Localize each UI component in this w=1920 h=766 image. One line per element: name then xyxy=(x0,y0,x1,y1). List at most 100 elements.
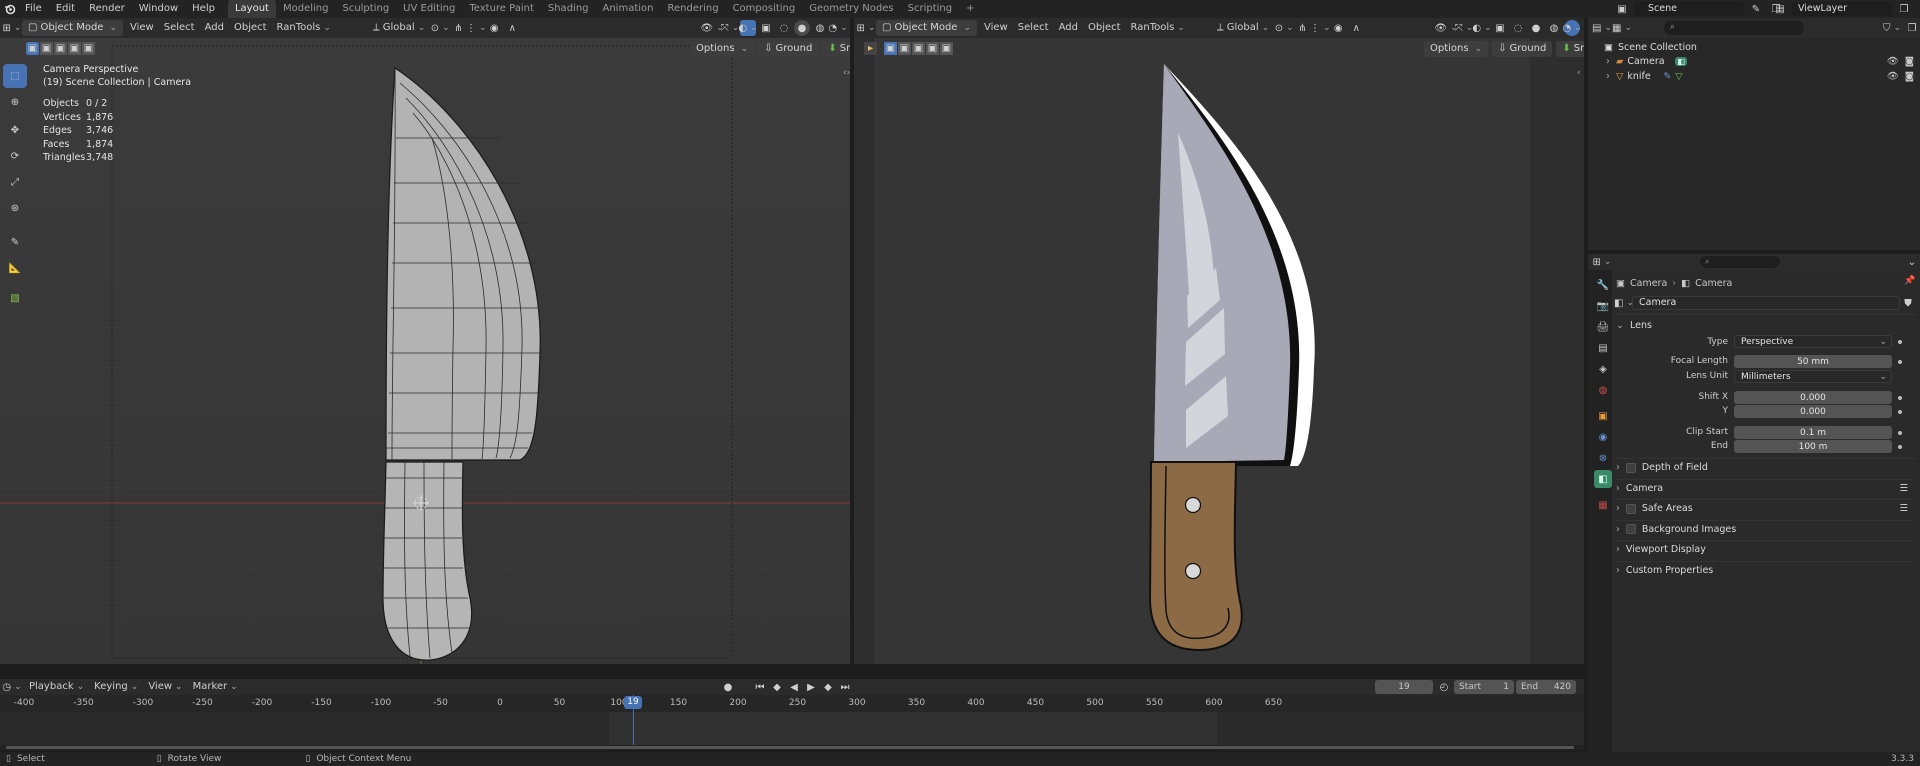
editor-type-icon[interactable]: ⊞ xyxy=(857,20,874,36)
shift-x-field[interactable]: 0.000 xyxy=(1734,391,1892,404)
constraints-tab-icon[interactable]: ⊗ xyxy=(1594,449,1612,467)
fake-user-shield-icon[interactable]: ⛊ xyxy=(1900,295,1916,311)
snap-icon[interactable]: ⋔ xyxy=(450,20,466,36)
menu-help[interactable]: Help xyxy=(185,0,222,18)
jump-end-icon[interactable]: ⏭ xyxy=(837,679,853,695)
filter-icon[interactable]: ⛉ xyxy=(1883,20,1900,36)
subsection-safe-areas[interactable]: › Safe Areas ☰ xyxy=(1616,499,1916,517)
select-intersect-icon[interactable]: ▣ xyxy=(82,42,95,55)
menu-file[interactable]: File xyxy=(18,0,49,18)
pin-icon[interactable]: 📌 xyxy=(1904,276,1915,286)
menu-rantools[interactable]: RanTools xyxy=(1126,20,1190,36)
select-intersect-icon[interactable]: ▣ xyxy=(940,42,953,55)
display-mode-icon[interactable]: ▦ xyxy=(1612,20,1630,36)
properties-search-input[interactable]: ⌕ xyxy=(1700,256,1780,268)
timeline-menu-marker[interactable]: Marker xyxy=(188,679,243,695)
editor-type-icon[interactable]: ⊞ xyxy=(3,20,20,36)
preset-list-icon[interactable]: ☰ xyxy=(1899,503,1908,514)
right-viewport[interactable]: ▸ ▣ ▣ ▣ ▣ ▣ Options ⇩Ground ⬇Snap ‹ xyxy=(854,38,1584,664)
record-icon[interactable]: ● xyxy=(720,679,736,695)
subsection-background-images[interactable]: › Background Images xyxy=(1616,519,1916,538)
menu-rantools[interactable]: RanTools xyxy=(272,20,336,36)
select-new-icon[interactable]: ▣ xyxy=(884,42,897,55)
menu-window[interactable]: Window xyxy=(132,0,185,18)
proportional-edit-icon[interactable]: ◉ xyxy=(1330,20,1346,36)
focal-length-field[interactable]: 50 mm xyxy=(1734,355,1892,368)
render-tab-icon[interactable]: 📷 xyxy=(1594,297,1612,315)
menu-select[interactable]: Select xyxy=(159,20,200,36)
new-collection-icon[interactable]: ❐ xyxy=(1904,20,1920,36)
timeline-scrollbar[interactable] xyxy=(0,745,1584,750)
menu-view[interactable]: View xyxy=(979,20,1013,36)
snap-target-icon[interactable]: ⋮ xyxy=(1310,20,1328,36)
menu-edit[interactable]: Edit xyxy=(49,0,82,18)
subsection-depth-of-field[interactable]: › Depth of Field xyxy=(1616,458,1916,476)
solid-shading-icon[interactable]: ● xyxy=(794,20,810,36)
tab-modeling[interactable]: Modeling xyxy=(276,0,336,18)
move-tool[interactable]: ✥ xyxy=(3,118,27,142)
chevron-down-icon[interactable]: ⌄ xyxy=(1904,254,1920,270)
tool-tab-icon[interactable]: 🔧 xyxy=(1594,276,1612,294)
camera-data-icon[interactable]: ◧ xyxy=(1614,295,1632,311)
rendered-shading-icon[interactable]: ◔ xyxy=(828,20,846,36)
frame-ruler[interactable]: -400 -350 -300 -250 -200 -150 -100 -50 0 50 100 150… xyxy=(0,695,1584,712)
falloff-icon[interactable]: ∧ xyxy=(504,20,520,36)
mode-dropdown[interactable]: ▢ Object Mode xyxy=(876,20,977,36)
render-camera-icon[interactable]: ◙ xyxy=(1905,71,1914,82)
play-icon[interactable]: ▸ xyxy=(864,42,877,55)
visibility-icon[interactable]: 👁 xyxy=(700,20,720,36)
editor-type-icon[interactable]: ▤ xyxy=(1592,20,1610,36)
scene-collection-row[interactable]: ▣ Scene Collection xyxy=(1604,40,1697,54)
tab-animation[interactable]: Animation xyxy=(596,0,661,18)
tab-shading[interactable]: Shading xyxy=(541,0,596,18)
snap-button[interactable]: ⬇Snap xyxy=(822,41,850,57)
tab-scripting[interactable]: Scripting xyxy=(901,0,959,18)
lens-panel-header[interactable]: ⌄ Lens xyxy=(1616,316,1916,334)
transform-tool[interactable]: ⊛ xyxy=(3,196,27,220)
timeline-menu-keying[interactable]: Keying xyxy=(89,679,143,695)
wireframe-shading-icon[interactable]: ◌ xyxy=(1510,20,1526,36)
clip-end-field[interactable]: 100 m xyxy=(1734,440,1892,453)
snap-button[interactable]: ⬇Snap xyxy=(1556,41,1584,57)
proportional-edit-icon[interactable]: ◉ xyxy=(486,20,502,36)
menu-add[interactable]: Add xyxy=(200,20,229,36)
add-cube-tool[interactable]: ▧ xyxy=(3,286,27,310)
wireframe-shading-icon[interactable]: ◌ xyxy=(776,20,792,36)
falloff-icon[interactable]: ∧ xyxy=(1348,20,1364,36)
camera-data-tab-icon[interactable]: ◧ xyxy=(1594,470,1612,488)
tab-layout[interactable]: Layout xyxy=(227,0,276,18)
tab-uv-editing[interactable]: UV Editing xyxy=(396,0,462,18)
visibility-eye-icon[interactable]: 👁 xyxy=(1887,71,1899,82)
editor-type-icon[interactable]: ⊞ xyxy=(1593,254,1610,270)
ground-button[interactable]: ⇩ Ground xyxy=(1492,41,1553,57)
outliner-row-camera[interactable]: › ▰ Camera ◧ 👁 ◙ xyxy=(1606,54,1914,68)
select-invert-icon[interactable]: ▣ xyxy=(68,42,81,55)
preset-list-icon[interactable]: ☰ xyxy=(1899,483,1908,494)
tab-rendering[interactable]: Rendering xyxy=(660,0,725,18)
snap-icon[interactable]: ⋔ xyxy=(1294,20,1310,36)
snap-target-icon[interactable]: ⋮ xyxy=(466,20,484,36)
animate-property-icon[interactable] xyxy=(1898,445,1902,449)
rotate-tool[interactable]: ⟳ xyxy=(3,144,27,168)
timeline-menu-playback[interactable]: Playback xyxy=(24,679,89,695)
options-dropdown[interactable]: Options xyxy=(1424,41,1489,57)
menu-object[interactable]: Object xyxy=(1083,20,1126,36)
viewlayer-icon[interactable]: ▤ xyxy=(1772,1,1788,17)
animate-property-icon[interactable] xyxy=(1898,431,1902,435)
datablock-name-field[interactable]: Camera xyxy=(1632,296,1900,310)
stopwatch-icon[interactable]: ◴ xyxy=(1436,679,1452,695)
xray-icon[interactable]: ▣ xyxy=(758,20,774,36)
sidebar-toggle-icon[interactable]: ‹ xyxy=(1577,68,1581,78)
current-frame-field[interactable]: 19 xyxy=(1375,680,1433,694)
panel-checkbox[interactable] xyxy=(1625,503,1636,514)
tab-compositing[interactable]: Compositing xyxy=(726,0,803,18)
expand-arrow-icon[interactable]: › xyxy=(1606,71,1616,82)
animate-property-icon[interactable] xyxy=(1898,340,1902,344)
start-frame-field[interactable]: Start 1 xyxy=(1454,680,1514,694)
select-subtract-icon[interactable]: ▣ xyxy=(912,42,925,55)
pin-icon[interactable]: ✎ xyxy=(1748,1,1764,17)
overlay-icon[interactable]: ◐ xyxy=(1472,20,1490,36)
clip-start-field[interactable]: 0.1 m xyxy=(1734,426,1892,439)
timeline-body[interactable]: 19 xyxy=(0,695,1584,745)
solid-shading-icon[interactable]: ● xyxy=(1528,20,1544,36)
